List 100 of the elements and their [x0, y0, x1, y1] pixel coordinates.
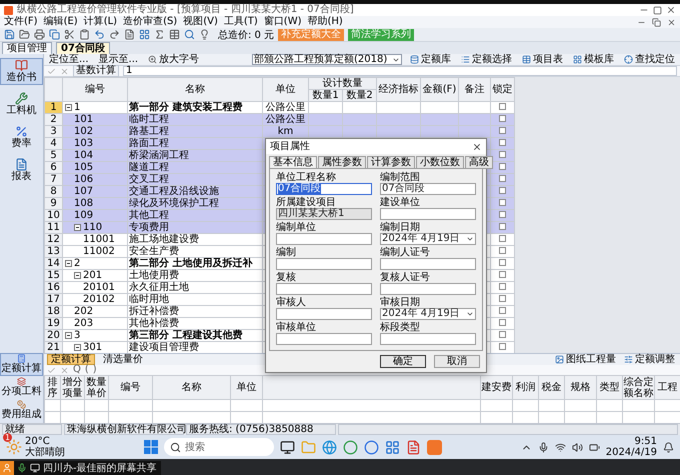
lock-checkbox[interactable] [499, 127, 506, 134]
menu-item[interactable]: 工具(T) [224, 16, 258, 28]
toolbar-button[interactable]: 项目表 [520, 54, 565, 65]
lock-checkbox[interactable] [499, 163, 506, 170]
dialog-tab[interactable]: 高级 [465, 156, 493, 169]
bell-icon[interactable] [663, 442, 674, 452]
wifi-icon[interactable] [554, 442, 566, 452]
locate-button[interactable]: 显示至... [96, 54, 140, 65]
screen-icon[interactable] [30, 463, 40, 473]
text-field[interactable]: 07合同段 [276, 183, 372, 195]
text-field[interactable] [380, 208, 476, 220]
cancel-icon[interactable] [60, 66, 69, 76]
check-icon[interactable] [47, 66, 56, 76]
formula-symbol[interactable]: ( [84, 365, 89, 375]
grid-icon[interactable] [139, 29, 150, 40]
table-row[interactable]: 2 101 临时工程 公路公里 [44, 114, 514, 126]
lock-checkbox[interactable] [499, 139, 506, 146]
document-tab[interactable]: 07合同段 [56, 42, 110, 54]
lock-checkbox[interactable] [499, 151, 506, 158]
collapse-toggle[interactable] [65, 260, 72, 267]
browser-icon[interactable] [322, 440, 337, 454]
dialog-tab[interactable]: 基本信息 [269, 156, 317, 169]
toolbar-button[interactable]: 模板库 [571, 54, 616, 65]
table-row[interactable]: 1 1 第一部分 建筑安装工程费 公路公里 [44, 102, 514, 114]
collapse-toggle[interactable] [65, 104, 72, 111]
formula-field[interactable]: 1 [123, 66, 677, 76]
lightbulb-icon[interactable] [199, 29, 210, 40]
document-tab[interactable]: 项目管理 [2, 42, 52, 54]
lock-checkbox[interactable] [499, 331, 506, 338]
lock-checkbox[interactable] [499, 211, 506, 218]
search-icon[interactable] [184, 29, 195, 40]
close-icon[interactable] [666, 5, 676, 15]
dialog-tab[interactable]: 计算参数 [367, 156, 415, 169]
circle-icon[interactable] [364, 440, 379, 454]
undo-icon[interactable] [94, 29, 105, 40]
sidebar-item[interactable]: 费用组成 [0, 399, 43, 422]
save-icon[interactable] [4, 29, 15, 40]
menu-item[interactable]: 视图(V) [183, 16, 218, 28]
search-field[interactable]: 搜索 [164, 438, 274, 456]
battery-icon[interactable] [588, 442, 600, 452]
toolbar-button[interactable]: 查找定位 [622, 54, 677, 65]
quota-select[interactable]: 部颁公路工程预算定额(2018) [252, 54, 402, 65]
restore-icon[interactable] [652, 18, 661, 26]
microphone-icon[interactable] [17, 463, 27, 473]
close-icon[interactable] [472, 142, 482, 152]
text-field[interactable] [276, 308, 372, 320]
menu-item[interactable]: 计算(L) [84, 16, 118, 28]
document-icon[interactable] [406, 440, 421, 454]
toolbar-button[interactable]: 定额库 [408, 54, 453, 65]
formula-symbol[interactable]: ) [92, 365, 97, 375]
lock-checkbox[interactable] [499, 343, 506, 350]
lock-checkbox[interactable] [499, 115, 506, 122]
lock-checkbox[interactable] [499, 223, 506, 230]
sidebar-item[interactable]: 报表 [0, 157, 43, 184]
sun-icon[interactable] [6, 439, 22, 455]
menu-item[interactable]: 文件(F) [4, 16, 38, 28]
locate-button[interactable]: 定位至... [47, 54, 91, 65]
lock-checkbox[interactable] [499, 175, 506, 182]
document-icon[interactable] [124, 29, 135, 40]
zoom-font-button[interactable]: 放大字号 [146, 54, 202, 65]
cancel-icon[interactable] [60, 366, 69, 374]
menu-item[interactable]: 造价审查(S) [123, 16, 178, 28]
text-field[interactable] [276, 283, 372, 295]
desktop-icon[interactable] [280, 440, 295, 454]
text-field[interactable] [380, 283, 476, 295]
sum-icon[interactable] [154, 29, 165, 40]
collapse-toggle[interactable] [74, 344, 81, 351]
lock-checkbox[interactable] [499, 103, 506, 110]
grid-icon[interactable] [384, 440, 400, 454]
paste-icon[interactable] [79, 29, 90, 40]
lock-checkbox[interactable] [499, 187, 506, 194]
lock-checkbox[interactable] [499, 319, 506, 326]
lock-checkbox[interactable] [499, 199, 506, 206]
print-icon[interactable] [34, 29, 45, 40]
text-field[interactable] [380, 258, 476, 270]
lock-checkbox[interactable] [499, 307, 506, 314]
redo-icon[interactable] [109, 29, 120, 40]
toolbar-button[interactable]: 定额选择 [459, 54, 514, 65]
collapse-toggle[interactable] [74, 224, 81, 231]
dialog-button[interactable]: 取消 [434, 355, 480, 368]
maximize-icon[interactable] [653, 6, 662, 14]
lock-checkbox[interactable] [499, 247, 506, 254]
text-field[interactable] [276, 333, 372, 345]
dialog-tab[interactable]: 属性参数 [318, 156, 366, 169]
sidebar-item[interactable]: 费率 [0, 124, 43, 151]
volume-icon[interactable] [572, 442, 583, 452]
formula-symbol[interactable]: Q [73, 365, 81, 375]
panel-tab[interactable]: 定额计算 [47, 354, 95, 365]
app-logo-icon[interactable] [426, 440, 442, 454]
collapse-toggle[interactable] [74, 272, 81, 279]
lock-checkbox[interactable] [499, 259, 506, 266]
sidebar-item[interactable]: 工料机 [0, 91, 43, 118]
folder-icon[interactable] [19, 29, 30, 40]
text-field[interactable] [276, 233, 372, 245]
dialog-tab[interactable]: 小数位数 [416, 156, 464, 169]
cut-icon[interactable] [64, 29, 75, 40]
collapse-toggle[interactable] [65, 332, 72, 339]
toolbar-button[interactable]: 定额调整 [622, 354, 677, 365]
menu-item[interactable]: 窗口(W) [264, 16, 302, 28]
lock-checkbox[interactable] [499, 271, 506, 278]
